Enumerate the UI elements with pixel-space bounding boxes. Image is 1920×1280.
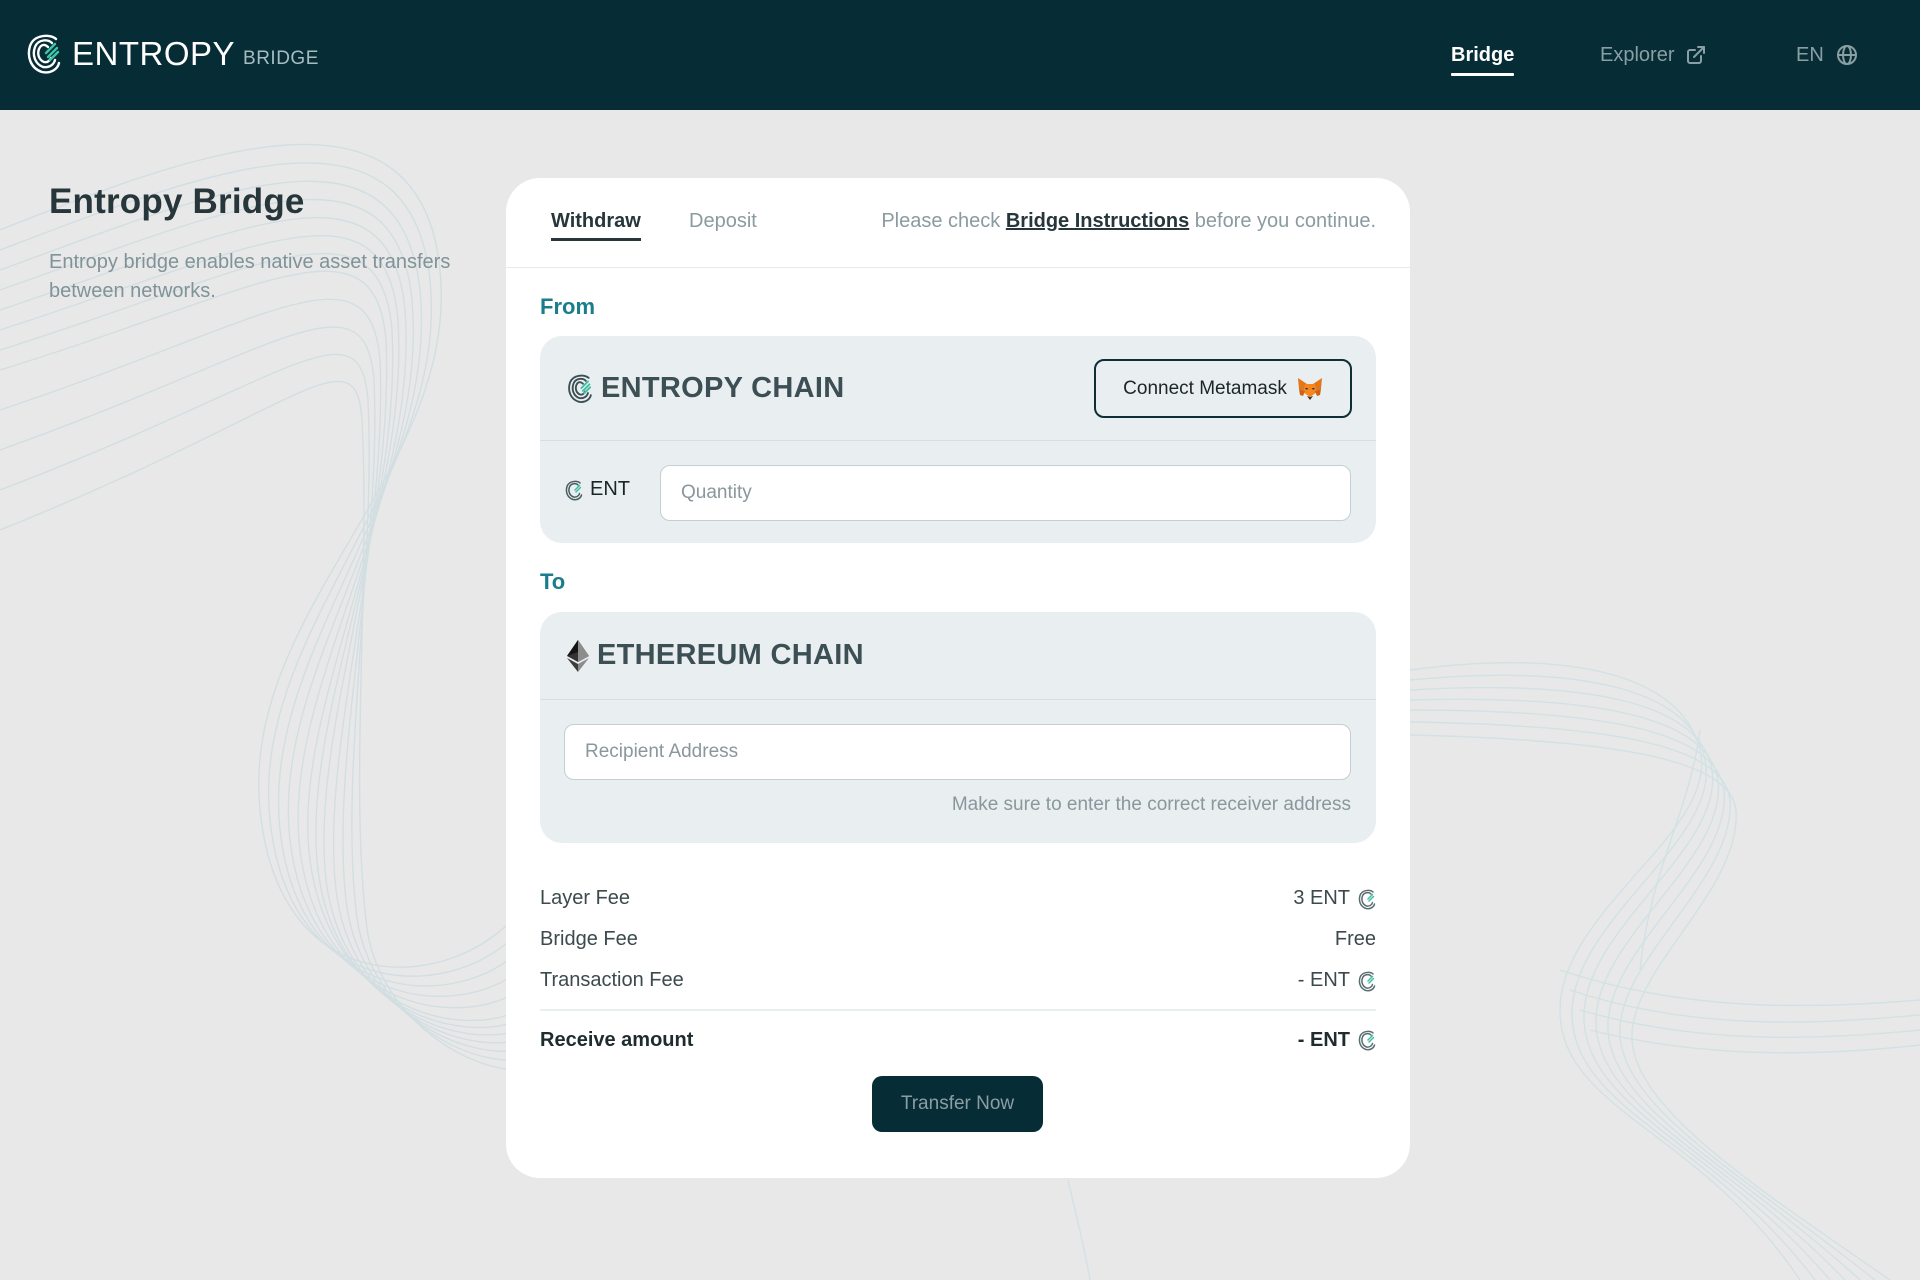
nav-bridge-link[interactable]: Bridge [1451, 44, 1515, 76]
receive-amount: - ENT [1297, 1028, 1350, 1051]
to-chain-name: ETHEREUM CHAIN [597, 639, 864, 671]
nav-explorer-link[interactable]: Explorer [1600, 44, 1706, 67]
tabs-row: Withdraw Deposit Please check Bridge Ins… [506, 178, 1410, 268]
intro-section: Entropy Bridge Entropy bridge enables na… [49, 182, 489, 306]
from-chain-name: ENTROPY CHAIN [601, 371, 845, 404]
page-description: Entropy bridge enables native asset tran… [49, 251, 451, 302]
fee-divider [540, 1009, 1376, 1011]
instructions-suffix: before you continue. [1189, 210, 1376, 232]
instructions-notice: Please check Bridge Instructions before … [881, 210, 1376, 233]
entropy-logo-icon [1358, 971, 1376, 991]
token-symbol: ENT [590, 478, 630, 500]
fee-label: Bridge Fee [540, 928, 638, 950]
language-selector[interactable]: EN [1796, 44, 1858, 67]
entropy-logo-icon [568, 374, 592, 403]
quantity-input[interactable] [660, 465, 1351, 521]
connect-metamask-label: Connect Metamask [1123, 377, 1287, 399]
transfer-now-button[interactable]: Transfer Now [872, 1076, 1043, 1132]
to-chain: ETHEREUM CHAIN [567, 639, 864, 672]
from-panel-header: ENTROPY CHAIN Connect Metamask [540, 336, 1376, 441]
entropy-logo-icon [565, 480, 583, 500]
fee-row-layer: Layer Fee 3 ENT [540, 878, 1376, 919]
top-navbar: ENTROPY BRIDGE Bridge Explorer EN [0, 0, 1920, 110]
fee-label: Transaction Fee [540, 969, 684, 991]
to-label: To [540, 569, 566, 594]
entropy-logo-icon [1358, 1030, 1376, 1051]
receive-amount-row: Receive amount - ENT [540, 1017, 1376, 1063]
metamask-fox-icon [1297, 377, 1322, 400]
address-hint: Make sure to enter the correct receiver … [951, 794, 1351, 815]
instructions-prefix: Please check [881, 210, 1006, 232]
bridge-card: Withdraw Deposit Please check Bridge Ins… [506, 178, 1410, 1178]
receive-value: - ENT [1298, 1029, 1376, 1052]
globe-icon [1836, 45, 1857, 65]
recipient-address-input[interactable] [564, 724, 1351, 780]
entropy-logo-icon [1358, 889, 1376, 909]
from-panel: ENTROPY CHAIN Connect Metamask ENT Quant… [540, 336, 1376, 543]
fee-amount: 3 ENT [1293, 887, 1350, 909]
language-label: EN [1796, 43, 1824, 66]
ethereum-icon [567, 639, 589, 672]
brand-subtitle: BRIDGE [243, 48, 319, 69]
fee-row-transaction: Transaction Fee - ENT [540, 960, 1376, 1001]
page-title: Entropy Bridge [49, 182, 305, 221]
to-panel: ETHEREUM CHAIN Make sure to enter the co… [540, 612, 1376, 843]
from-label: From [540, 294, 595, 319]
tab-deposit[interactable]: Deposit [689, 210, 757, 233]
brand[interactable]: ENTROPY BRIDGE [26, 32, 319, 74]
external-link-icon [1687, 46, 1706, 64]
fee-value: - ENT [1298, 969, 1376, 992]
tab-withdraw[interactable]: Withdraw [551, 210, 641, 241]
fee-row-bridge: Bridge Fee Free [540, 919, 1376, 960]
fee-value: Free [1335, 928, 1376, 951]
nav-explorer-label: Explorer [1600, 43, 1675, 66]
from-chain: ENTROPY CHAIN [567, 372, 844, 405]
to-panel-header: ETHEREUM CHAIN [540, 612, 1376, 700]
receive-label: Receive amount [540, 1028, 694, 1051]
fee-summary: Layer Fee 3 ENT Bridge Fee Free Transact… [540, 878, 1376, 1063]
fee-value: 3 ENT [1293, 887, 1376, 910]
entropy-logo-icon [27, 34, 61, 74]
fee-amount: - ENT [1297, 969, 1350, 991]
fee-label: Layer Fee [540, 887, 631, 909]
token-label: ENT [565, 478, 630, 501]
fee-amount: Free [1334, 928, 1376, 950]
bridge-instructions-link[interactable]: Bridge Instructions [1006, 210, 1189, 232]
connect-metamask-button[interactable]: Connect Metamask [1094, 359, 1352, 418]
brand-name: ENTROPY [72, 35, 236, 72]
